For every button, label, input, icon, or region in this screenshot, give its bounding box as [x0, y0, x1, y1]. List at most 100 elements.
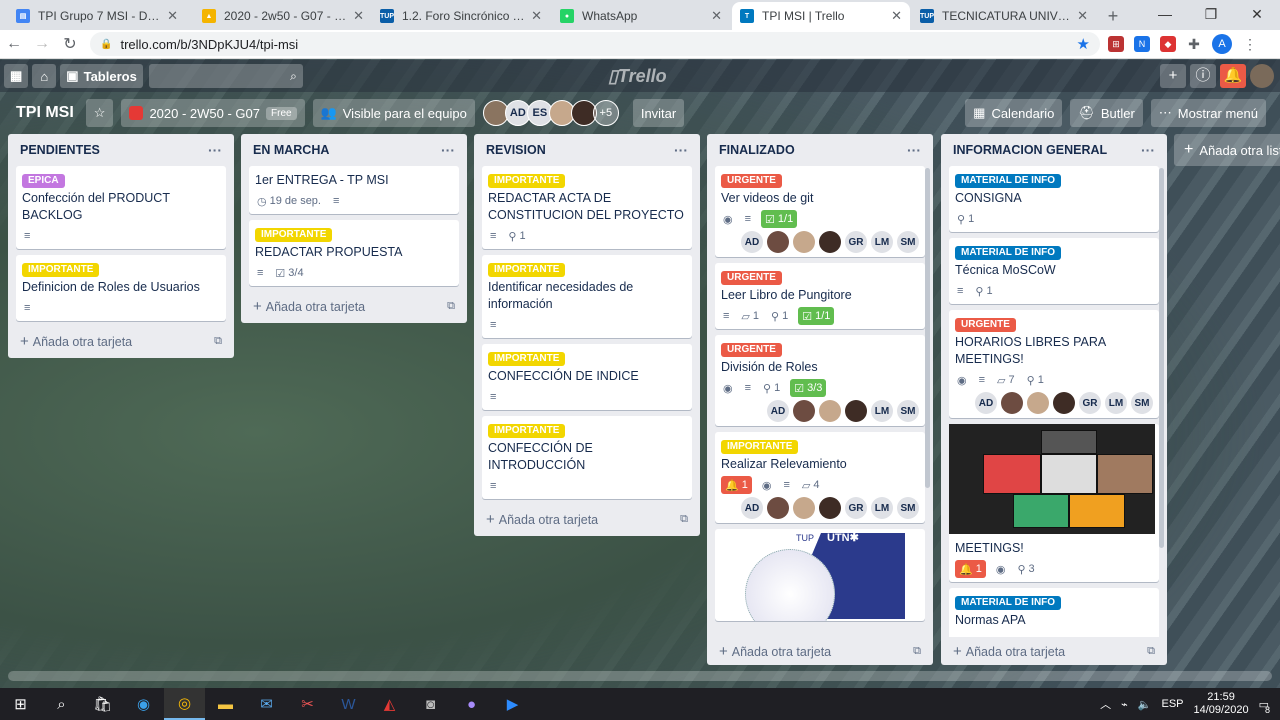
search-input[interactable]: ⌕	[148, 64, 303, 88]
invite-button[interactable]: Invitar	[632, 99, 685, 127]
browser-tab[interactable]: TUP TECNICATURA UNIVERSITAR ✕	[912, 2, 1096, 30]
browser-tab[interactable]: T TPI MSI | Trello ✕	[732, 2, 910, 30]
tray-arrow-icon[interactable]: ︿	[1100, 696, 1111, 712]
member-avatar[interactable]: GR	[845, 497, 867, 519]
language-indicator[interactable]: ESP	[1162, 698, 1184, 710]
shield-extension-icon[interactable]: ◆	[1160, 36, 1176, 52]
card[interactable]: MATERIAL DE INFO CONSIGNA ⚲ 1	[949, 166, 1159, 232]
list-title[interactable]: EN MARCHA	[253, 143, 329, 157]
list-menu-icon[interactable]: ···	[1141, 142, 1155, 158]
boards-button[interactable]: ▣ Tableros	[60, 64, 143, 88]
tab-close-icon[interactable]: ✕	[1077, 8, 1088, 24]
app-icon[interactable]: ✂	[287, 688, 328, 720]
card[interactable]: IMPORTANTE CONFECCIÓN DE INDICE ≡	[482, 344, 692, 410]
member-avatar[interactable]: AD	[975, 392, 997, 414]
star-button[interactable]: ☆	[85, 99, 114, 127]
card[interactable]: MATERIAL DE INFO Técnica MoSCoW ≡ ⚲ 1	[949, 238, 1159, 304]
minimize-button[interactable]: —	[1142, 0, 1188, 30]
board-title[interactable]: TPI MSI	[8, 104, 82, 122]
list-title[interactable]: FINALIZADO	[719, 143, 795, 157]
kebab-menu-icon[interactable]: ⋮	[1242, 36, 1258, 52]
member-avatar[interactable]	[767, 497, 789, 519]
member-avatar[interactable]	[819, 400, 841, 422]
clock[interactable]: 21:59 14/09/2020	[1194, 691, 1249, 717]
tab-close-icon[interactable]: ✕	[531, 8, 542, 24]
add-card-button[interactable]: + Añada otra tarjeta ⧉	[949, 637, 1159, 660]
card-template-icon[interactable]: ⧉	[913, 645, 921, 658]
tab-close-icon[interactable]: ✕	[353, 8, 364, 24]
browser-tab[interactable]: ▤ TPI Grupo 7 MSI - Document ✕	[8, 2, 186, 30]
browser-tab[interactable]: ▲ 2020 - 2w50 - G07 - Google ✕	[194, 2, 372, 30]
tab-close-icon[interactable]: ✕	[891, 8, 902, 24]
member-avatar[interactable]	[1027, 392, 1049, 414]
add-list-button[interactable]: + Añada otra lista	[1174, 134, 1280, 166]
card[interactable]: MATERIAL DE INFO Normas APA ≡	[949, 588, 1159, 637]
edge-icon[interactable]: ◉	[123, 688, 164, 720]
team-button[interactable]: 2020 - 2W50 - G07 Free	[121, 99, 305, 127]
forward-icon[interactable]: →	[28, 35, 56, 53]
info-icon[interactable]: ⓘ	[1190, 64, 1216, 88]
card-template-icon[interactable]: ⧉	[1147, 645, 1155, 658]
word-icon[interactable]: W	[328, 688, 369, 720]
browser-tab[interactable]: ● WhatsApp ✕	[552, 2, 730, 30]
visibility-button[interactable]: 👥 Visible para el equipo	[312, 99, 475, 127]
add-card-button[interactable]: + Añada otra tarjeta ⧉	[715, 637, 925, 660]
home-icon[interactable]: ⌂	[32, 64, 57, 88]
member-avatar[interactable]: LM	[871, 400, 893, 422]
list-header[interactable]: INFORMACION GENERAL ···	[949, 134, 1159, 166]
card[interactable]: IMPORTANTE Realizar Relevamiento 🔔 1 ◉ ≡ ▱ 4 AD G…	[715, 432, 925, 523]
pdf-extension-icon[interactable]: ⊞	[1108, 36, 1124, 52]
github-icon[interactable]: ●	[451, 688, 492, 720]
puzzle-icon[interactable]: ✚	[1186, 36, 1202, 52]
card[interactable]: IMPORTANTE CONFECCIÓN DE INTRODUCCIÓN ≡	[482, 416, 692, 499]
user-avatar[interactable]	[1250, 64, 1274, 88]
network-icon[interactable]: ⌁	[1121, 698, 1128, 711]
back-icon[interactable]: ←	[0, 35, 28, 53]
member-avatar[interactable]	[819, 497, 841, 519]
member-avatar[interactable]: AD	[741, 231, 763, 253]
member-avatar[interactable]	[793, 497, 815, 519]
card[interactable]: URGENTE Leer Libro de Pungitore ≡ ▱ 1 ⚲ 1 ☑ 1/1	[715, 263, 925, 329]
file-explorer-icon[interactable]: ▬	[205, 688, 246, 720]
more-members[interactable]: +5	[592, 100, 619, 126]
member-avatar[interactable]	[819, 231, 841, 253]
member-avatar[interactable]	[793, 231, 815, 253]
member-avatar[interactable]: GR	[845, 231, 867, 253]
chrome-icon[interactable]: ◎	[164, 688, 205, 720]
add-card-button[interactable]: + Añada otra tarjeta ⧉	[16, 327, 226, 350]
apps-icon[interactable]: ▦	[4, 64, 29, 88]
card[interactable]: IMPORTANTE REDACTAR PROPUESTA ≡ ☑ 3/4	[249, 220, 459, 286]
store-icon[interactable]: 🛍	[82, 688, 123, 720]
card[interactable]: IMPORTANTE Identificar necesidades de inf…	[482, 255, 692, 338]
profile-avatar[interactable]: A	[1212, 34, 1232, 54]
list-title[interactable]: PENDIENTES	[20, 143, 100, 157]
camera-app-icon[interactable]: ◙	[410, 688, 451, 720]
list-menu-icon[interactable]: ···	[907, 142, 921, 158]
card[interactable]: IMPORTANTE Definicion de Roles de Usuario…	[16, 255, 226, 321]
add-card-button[interactable]: + Añada otra tarjeta ⧉	[482, 505, 692, 528]
tab-close-icon[interactable]: ✕	[711, 8, 722, 24]
reload-icon[interactable]: ↻	[56, 34, 84, 54]
add-card-button[interactable]: + Añada otra tarjeta ⧉	[249, 292, 459, 315]
board-horizontal-scrollbar[interactable]	[8, 671, 1272, 681]
windows-start-icon[interactable]: ⊞	[0, 688, 41, 720]
calendar-button[interactable]: ▦ Calendario	[965, 99, 1063, 127]
member-avatar[interactable]	[1001, 392, 1023, 414]
taskbar-search-icon[interactable]: ⌕	[41, 688, 82, 720]
card-template-icon[interactable]: ⧉	[214, 335, 222, 348]
mail-icon[interactable]: ✉	[246, 688, 287, 720]
notifications-bell-icon[interactable]: 🔔	[1220, 64, 1246, 88]
card-template-icon[interactable]: ⧉	[680, 513, 688, 526]
member-avatar[interactable]	[1053, 392, 1075, 414]
volume-icon[interactable]: 🔈	[1138, 698, 1152, 711]
member-avatar[interactable]: AD	[741, 497, 763, 519]
list-title[interactable]: REVISION	[486, 143, 546, 157]
card[interactable]: EPICA Confección del PRODUCT BACKLOG ≡	[16, 166, 226, 249]
card[interactable]: URGENTE Ver videos de git ◉ ≡ ☑ 1/1 AD GR LM SM	[715, 166, 925, 257]
maximize-button[interactable]: ❐	[1188, 0, 1234, 30]
bookmark-star-icon[interactable]: ★	[1077, 35, 1090, 53]
member-avatar[interactable]: LM	[1105, 392, 1127, 414]
member-avatar[interactable]	[793, 400, 815, 422]
new-tab-button[interactable]: +	[1098, 2, 1128, 30]
trello-logo[interactable]: ▯Trello	[608, 66, 667, 87]
